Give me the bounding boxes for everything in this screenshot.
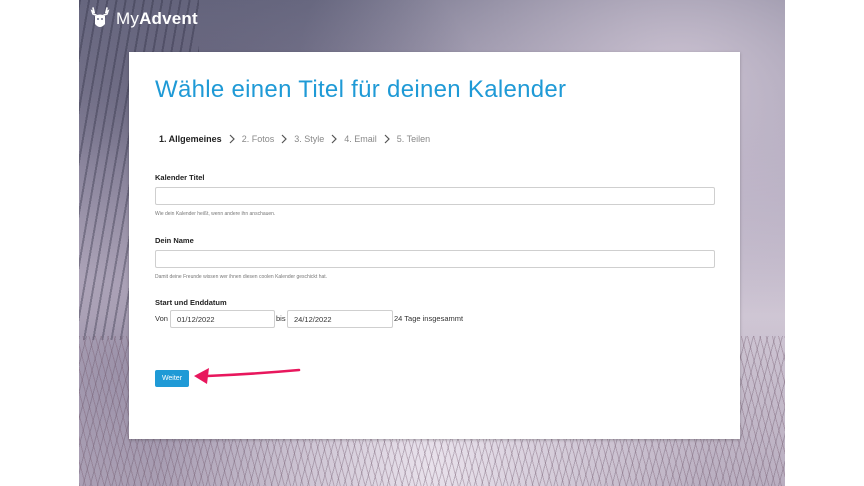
brand-logo[interactable]: MyAdvent xyxy=(89,6,198,32)
chevron-right-icon xyxy=(331,134,338,144)
to-label: bis xyxy=(276,314,286,323)
calendar-title-input[interactable] xyxy=(155,187,715,205)
chevron-right-icon xyxy=(281,134,288,144)
name-input[interactable] xyxy=(155,250,715,268)
total-days-text: 24 Tage insgesammt xyxy=(394,314,464,323)
chevron-right-icon xyxy=(384,134,390,144)
step-style[interactable]: 3. Style xyxy=(292,134,326,144)
from-label: Von xyxy=(155,314,168,323)
name-label: Dein Name xyxy=(155,236,194,245)
step-photos[interactable]: 2. Fotos xyxy=(240,134,277,144)
start-date-input[interactable] xyxy=(170,310,275,328)
reindeer-icon xyxy=(90,7,110,27)
chevron-right-icon xyxy=(229,134,235,144)
brand-name: MyAdvent xyxy=(116,9,198,28)
step-share[interactable]: 5. Teilen xyxy=(395,134,432,144)
step-breadcrumb: 1. Allgemeines 2. Fotos 3. Style 4. Emai… xyxy=(157,134,432,144)
next-button[interactable]: Weiter xyxy=(155,370,189,387)
form-card: Wähle einen Titel für deinen Kalender 1.… xyxy=(129,52,740,439)
name-help: Damit deine Freunde wissen wer ihnen die… xyxy=(155,274,328,280)
date-range-label: Start und Enddatum xyxy=(155,298,227,307)
calendar-title-label: Kalender Titel xyxy=(155,173,205,182)
step-general[interactable]: 1. Allgemeines xyxy=(157,134,224,144)
calendar-title-help: Wie dein Kalender heißt, wenn andere ihn… xyxy=(155,211,276,217)
step-email[interactable]: 4. Email xyxy=(342,134,379,144)
page-title: Wähle einen Titel für deinen Kalender xyxy=(155,76,567,103)
end-date-input[interactable] xyxy=(287,310,393,328)
